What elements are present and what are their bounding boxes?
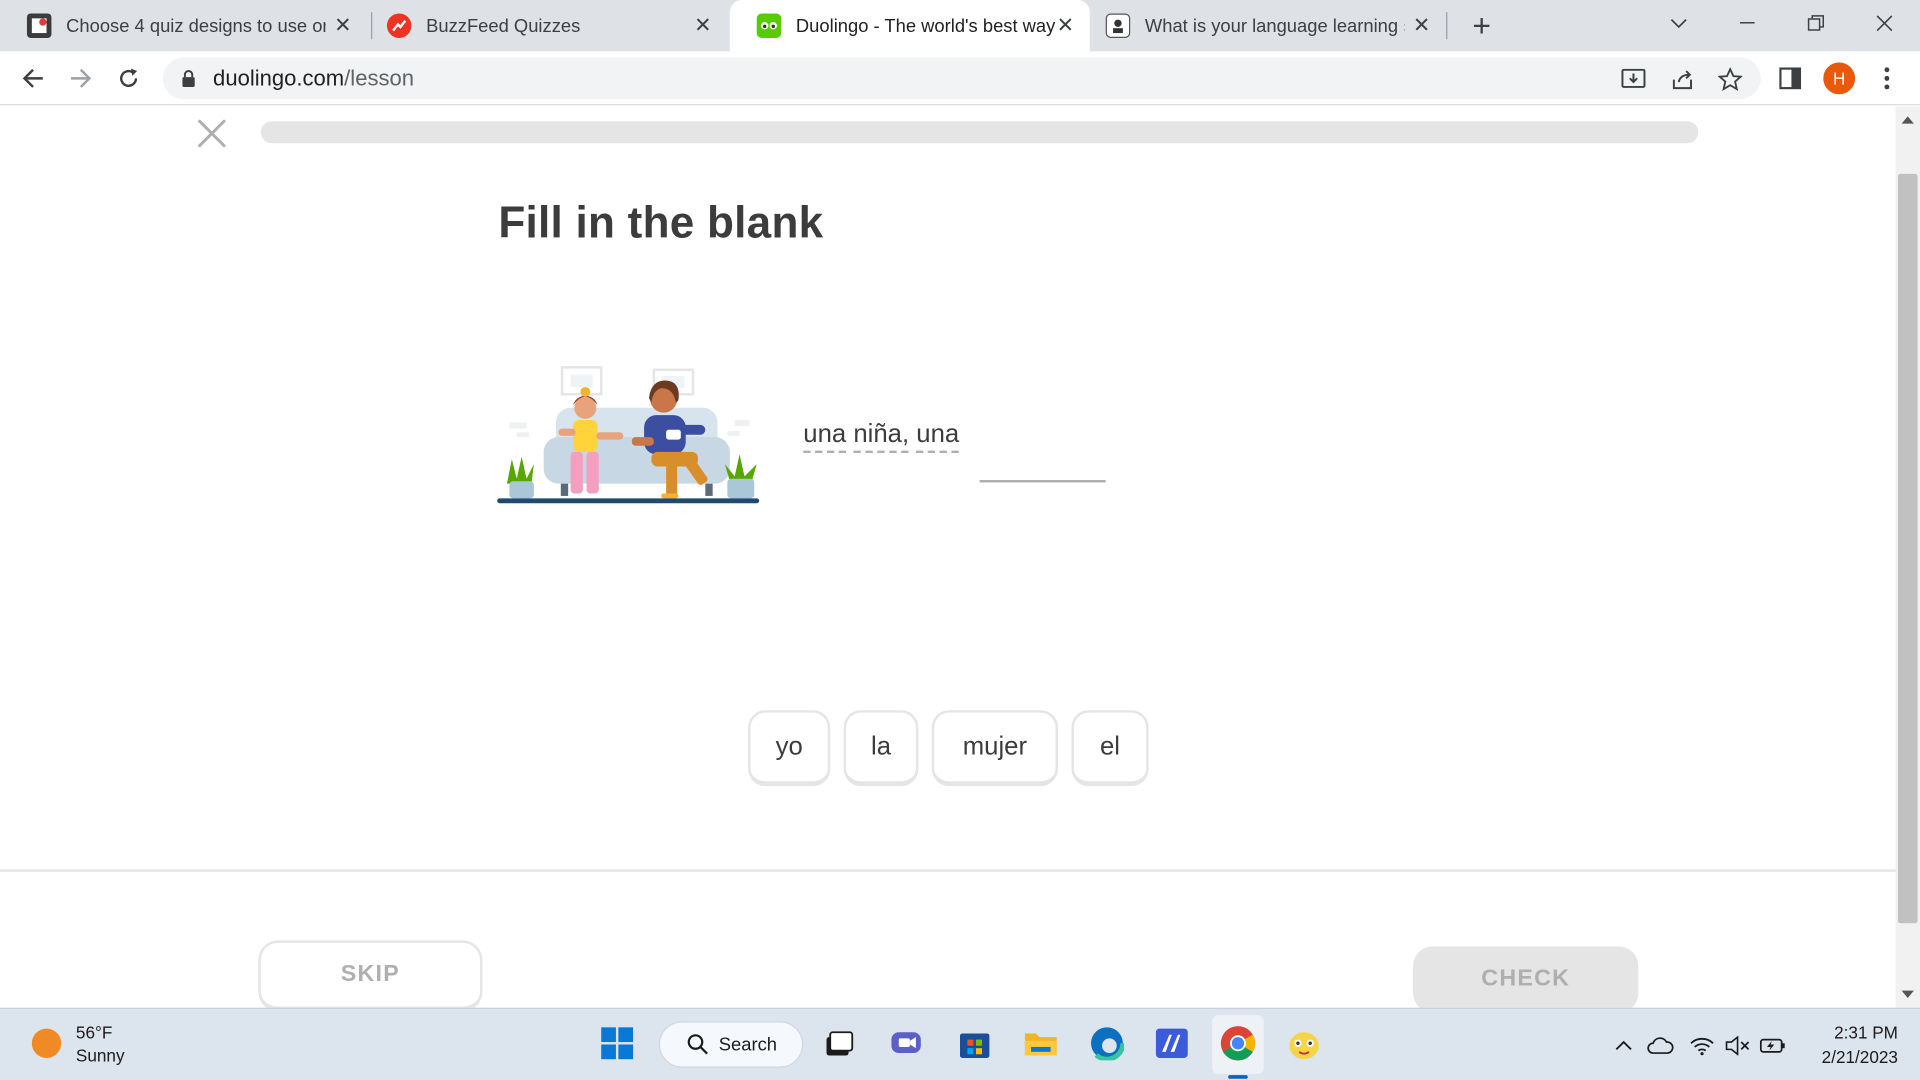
weather-widget[interactable]: 56°F Sunny: [76, 1021, 125, 1068]
edge-browser-icon[interactable]: [1089, 1025, 1126, 1062]
ms-app-icon[interactable]: [1153, 1025, 1190, 1062]
duolingo-favicon-icon: [756, 13, 782, 38]
word-bank: yo la mujer el: [748, 710, 1149, 787]
sentence-prompt: una niña, una: [803, 420, 960, 454]
taskbar-search-box[interactable]: Search: [658, 1021, 804, 1068]
start-windows-icon[interactable]: [599, 1025, 636, 1062]
prompt-word[interactable]: niña,: [853, 420, 910, 454]
back-arrow-icon: [22, 68, 43, 88]
word-tile[interactable]: la: [843, 710, 919, 787]
lesson-page: Fill in the blank una niña, una yo la mu…: [0, 106, 1896, 1008]
tab-divider: [1446, 12, 1448, 40]
taskbar-search-label: Search: [718, 1034, 777, 1055]
word-tile[interactable]: el: [1071, 710, 1149, 787]
buzzfeed-favicon-icon: [386, 13, 412, 38]
teams-chat-icon[interactable]: [889, 1025, 926, 1062]
clock-date: 2/21/2023: [1821, 1046, 1898, 1067]
word-tile[interactable]: yo: [748, 710, 831, 787]
answer-blank[interactable]: [979, 480, 1106, 483]
microsoft-store-icon[interactable]: [956, 1025, 993, 1062]
footer-divider: [0, 869, 1896, 872]
language-quiz-favicon-icon: [1105, 13, 1131, 38]
chrome-browser-icon[interactable]: [1220, 1025, 1257, 1062]
lock-icon[interactable]: [181, 70, 196, 87]
close-lesson-icon[interactable]: [196, 118, 228, 150]
system-clock[interactable]: 2:31 PM 2/21/2023: [1800, 1020, 1898, 1069]
tab-close-icon[interactable]: ✕: [1409, 13, 1433, 37]
check-button[interactable]: CHECK: [1413, 946, 1639, 1008]
page-scrollbar[interactable]: [1895, 106, 1920, 1008]
back-button[interactable]: [16, 61, 50, 95]
tab-language-learning[interactable]: What is your language learning s ✕: [1079, 0, 1446, 51]
task-view-icon[interactable]: [820, 1025, 857, 1062]
volume-muted-icon[interactable]: [1724, 1032, 1751, 1059]
search-icon: [687, 1034, 708, 1055]
tab-close-icon[interactable]: ✕: [1053, 13, 1077, 37]
reload-button[interactable]: [111, 61, 145, 95]
url-text[interactable]: duolingo.com/lesson: [213, 66, 414, 92]
clock-time: 2:31 PM: [1834, 1022, 1898, 1043]
tab-title: Choose 4 quiz designs to use on: [66, 15, 326, 37]
tab-title: BuzzFeed Quizzes: [426, 15, 581, 37]
url-path: /lesson: [344, 66, 415, 91]
reload-icon: [120, 68, 138, 87]
scrollbar-thumb[interactable]: [1897, 173, 1918, 924]
share-icon[interactable]: [1669, 66, 1696, 93]
forward-arrow-icon: [71, 68, 92, 88]
tab-title: What is your language learning s: [1144, 15, 1405, 37]
forward-button[interactable]: [64, 61, 98, 95]
sofa-characters-illustration: [497, 366, 760, 504]
close-window-button[interactable]: [1856, 0, 1912, 47]
tab-quiz-designs[interactable]: Choose 4 quiz designs to use on ✕: [0, 0, 367, 51]
active-app-indicator: [1228, 1075, 1248, 1079]
screen: Choose 4 quiz designs to use on ✕ BuzzFe…: [0, 0, 1920, 1080]
onedrive-cloud-icon[interactable]: [1647, 1032, 1674, 1059]
tab-title: Duolingo - The world's best way: [795, 15, 1056, 37]
menu-kebab-icon[interactable]: [1873, 65, 1900, 92]
weather-sun-icon[interactable]: [31, 1028, 62, 1058]
skip-button[interactable]: SKIP: [258, 940, 483, 1008]
url-domain: duolingo.com: [213, 66, 345, 91]
install-app-icon[interactable]: [1620, 66, 1647, 93]
wifi-icon[interactable]: [1689, 1032, 1716, 1059]
file-explorer-icon[interactable]: [1022, 1025, 1059, 1062]
prompt-word[interactable]: una: [916, 420, 960, 454]
browser-toolbar: duolingo.com/lesson H: [0, 51, 1920, 106]
weather-description: Sunny: [75, 1045, 125, 1066]
new-tab-button[interactable]: +: [1464, 7, 1498, 44]
tab-close-icon[interactable]: ✕: [331, 13, 355, 37]
bookmark-star-icon[interactable]: [1717, 66, 1744, 93]
minimize-button[interactable]: [1719, 0, 1775, 47]
tab-search-chevron-icon[interactable]: [1651, 0, 1707, 47]
address-bar[interactable]: duolingo.com/lesson: [162, 57, 1761, 100]
windows-taskbar: 56°F Sunny Search 2:31 PM 2/21/2023: [0, 1007, 1920, 1080]
restore-button[interactable]: [1788, 0, 1844, 47]
lesson-progress-bar: [260, 121, 1699, 144]
weather-temperature: 56°F: [75, 1022, 113, 1043]
tab-duolingo[interactable]: Duolingo - The world's best way ✕: [729, 0, 1090, 52]
word-tile[interactable]: mujer: [931, 710, 1058, 787]
battery-charging-icon[interactable]: [1759, 1032, 1787, 1059]
prompt-word[interactable]: una: [803, 420, 847, 454]
tab-buzzfeed[interactable]: BuzzFeed Quizzes ✕: [360, 0, 727, 51]
profile-avatar[interactable]: H: [1823, 62, 1856, 95]
scroll-up-arrow-icon[interactable]: [1901, 116, 1914, 124]
tab-strip: Choose 4 quiz designs to use on ✕ BuzzFe…: [0, 0, 1920, 52]
side-panel-icon[interactable]: [1777, 65, 1804, 92]
tab-close-icon[interactable]: ✕: [691, 13, 715, 37]
challenge-heading: Fill in the blank: [498, 197, 824, 248]
quiz-designs-favicon-icon: [26, 13, 52, 38]
mascot-app-icon[interactable]: [1286, 1025, 1323, 1062]
show-hidden-icons-chevron-icon[interactable]: [1610, 1032, 1637, 1059]
scroll-down-arrow-icon[interactable]: [1901, 990, 1914, 998]
